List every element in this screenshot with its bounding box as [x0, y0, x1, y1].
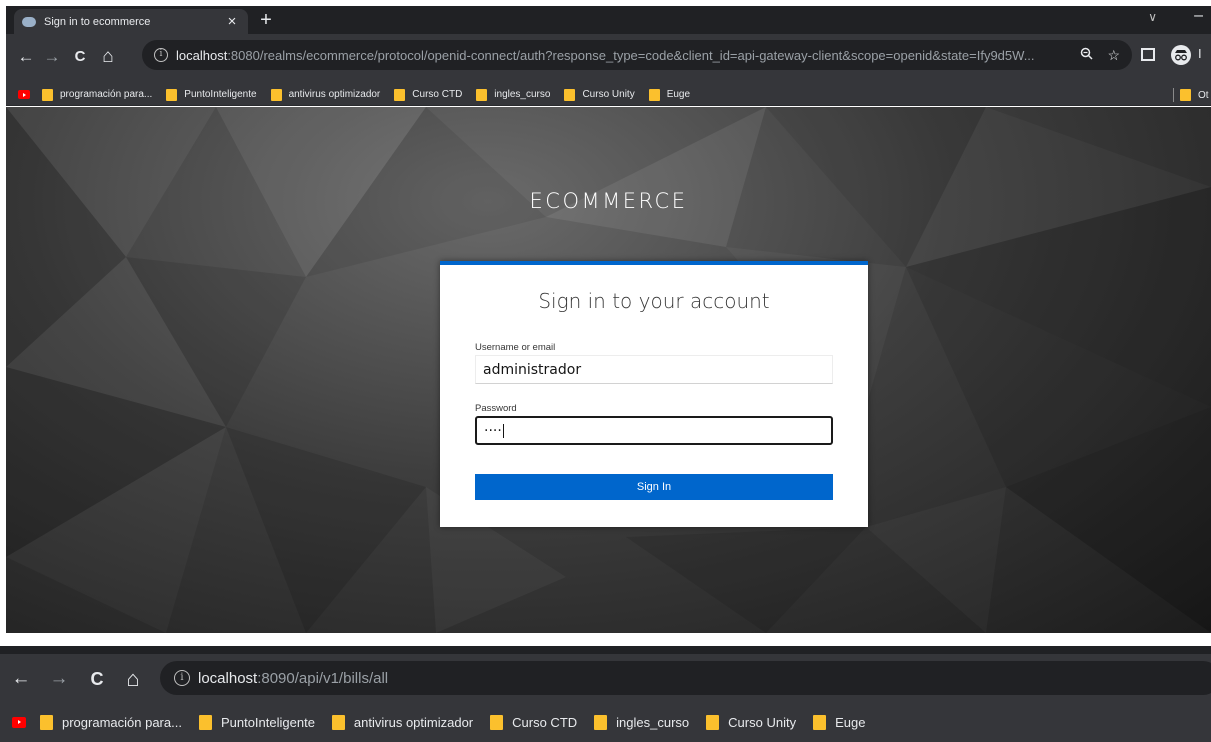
- folder-icon: [166, 88, 178, 101]
- bookmark-folder[interactable]: Curso Unity: [706, 714, 796, 730]
- home-button[interactable]: ⌂: [120, 666, 146, 692]
- text-caret: [502, 423, 504, 438]
- username-field[interactable]: administrador: [475, 355, 833, 384]
- profile-name-text[interactable]: I: [1198, 46, 1202, 61]
- folder-icon: [394, 88, 406, 101]
- sign-in-button[interactable]: Sign In: [475, 474, 833, 500]
- bookmark-folder[interactable]: Euge: [648, 88, 690, 101]
- tab-search-chevron-icon[interactable]: ∨: [1148, 10, 1157, 24]
- tab-title: Sign in to ecommerce: [44, 15, 151, 28]
- bookmark-folder[interactable]: ingles_curso: [476, 88, 550, 101]
- minimize-button[interactable]: –: [1194, 7, 1203, 25]
- tab-sign-in[interactable]: Sign in to ecommerce ×: [14, 9, 248, 34]
- bookmarks-bar: programación para... PuntoInteligente an…: [6, 84, 1211, 106]
- login-page: ECOMMERCE Sign in to your account Userna…: [6, 107, 1211, 633]
- zoom-icon[interactable]: [1080, 47, 1093, 63]
- browser-window-login: Sign in to ecommerce × + ∨ – ← → C ⌂ i l…: [6, 6, 1211, 633]
- browser-toolbar: ← → C ⌂ i localhost:8080/realms/ecommerc…: [6, 34, 1211, 84]
- youtube-icon[interactable]: [18, 90, 30, 99]
- bookmark-folder[interactable]: antivirus optimizador: [270, 88, 380, 101]
- folder-icon: [490, 714, 504, 730]
- bookmark-folder[interactable]: antivirus optimizador: [331, 714, 473, 730]
- bookmark-folder[interactable]: Curso CTD: [490, 714, 577, 730]
- folder-icon: [564, 88, 576, 101]
- tab-strip: Sign in to ecommerce × + ∨ –: [6, 6, 1211, 34]
- folder-icon: [648, 88, 660, 101]
- login-card: Sign in to your account Username or emai…: [440, 261, 868, 527]
- browser-toolbar: ← → C ⌂ i localhost:8090/api/v1/bills/al…: [0, 654, 1211, 702]
- url-text[interactable]: localhost:8090/api/v1/bills/all: [198, 670, 1206, 687]
- bookmark-star-icon[interactable]: ☆: [1107, 47, 1120, 64]
- new-tab-button[interactable]: +: [254, 9, 278, 31]
- bookmarks-separator: [1173, 88, 1174, 102]
- reload-button[interactable]: C: [68, 45, 92, 69]
- bookmark-folder[interactable]: PuntoInteligente: [166, 88, 257, 101]
- folder-icon: [813, 714, 827, 730]
- other-bookmarks[interactable]: Ot: [1180, 84, 1209, 106]
- bookmark-folder[interactable]: ingles_curso: [594, 714, 689, 730]
- password-mask: ····: [484, 422, 502, 439]
- folder-icon: [270, 88, 282, 101]
- bookmark-folder[interactable]: Curso Unity: [564, 88, 635, 101]
- home-button[interactable]: ⌂: [96, 45, 120, 69]
- folder-icon: [706, 714, 720, 730]
- password-field[interactable]: ····: [475, 416, 833, 445]
- incognito-avatar-icon[interactable]: [1171, 45, 1191, 65]
- url-text[interactable]: localhost:8080/realms/ecommerce/protocol…: [176, 48, 1066, 63]
- browser-window-bills: ← → C ⌂ i localhost:8090/api/v1/bills/al…: [0, 646, 1211, 742]
- username-label: Username or email: [475, 342, 556, 353]
- address-bar[interactable]: i localhost:8090/api/v1/bills/all: [160, 661, 1211, 695]
- bookmark-folder[interactable]: programación para...: [42, 88, 152, 101]
- folder-icon: [594, 714, 608, 730]
- keycloak-favicon-icon: [22, 16, 36, 27]
- password-label: Password: [475, 403, 517, 414]
- info-icon[interactable]: i: [154, 48, 168, 62]
- address-bar[interactable]: i localhost:8080/realms/ecommerce/protoc…: [142, 40, 1132, 70]
- reload-button[interactable]: C: [84, 666, 110, 692]
- back-button[interactable]: ←: [14, 45, 38, 69]
- back-button[interactable]: ←: [8, 666, 34, 692]
- tab-strip: [0, 646, 1211, 654]
- folder-icon: [476, 88, 488, 101]
- youtube-icon[interactable]: [12, 716, 26, 728]
- forward-button[interactable]: →: [40, 45, 64, 69]
- bookmark-folder[interactable]: programación para...: [40, 714, 182, 730]
- forward-button[interactable]: →: [46, 666, 72, 692]
- folder-icon: [198, 714, 212, 730]
- card-title: Sign in to your account: [538, 289, 770, 313]
- bookmark-folder[interactable]: Curso CTD: [394, 88, 462, 101]
- folder-icon: [331, 714, 345, 730]
- close-icon[interactable]: ×: [224, 13, 240, 30]
- bookmarks-bar: programación para... PuntoInteligente an…: [0, 702, 1211, 742]
- info-icon[interactable]: i: [174, 670, 190, 686]
- folder-icon: [40, 714, 53, 730]
- side-panel-icon[interactable]: [1141, 48, 1155, 61]
- bookmark-folder[interactable]: Euge: [813, 714, 865, 730]
- folder-icon: [42, 88, 53, 101]
- bookmark-folder[interactable]: PuntoInteligente: [198, 714, 315, 730]
- realm-title: ECOMMERCE: [529, 189, 688, 213]
- folder-icon: [1180, 89, 1191, 101]
